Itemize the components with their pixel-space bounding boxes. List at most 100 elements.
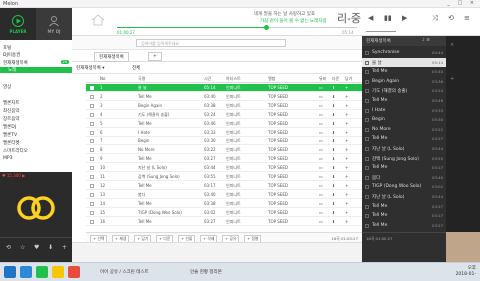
row-checkbox[interactable] xyxy=(90,201,94,206)
cell-title[interactable]: 감백 (Sung Jong Solo) xyxy=(138,174,180,180)
taskbar-item[interactable]: 이어 공유 / 스크린 테스트 xyxy=(100,269,149,275)
playlist-item[interactable]: Begin 03:30 xyxy=(362,115,446,124)
playlist-checkbox[interactable] xyxy=(365,51,369,55)
search-input[interactable]: 검색어를 입력해주세요 xyxy=(136,39,286,47)
cell-title[interactable]: Tell Me xyxy=(138,183,152,188)
playlist-checkbox[interactable] xyxy=(365,195,369,199)
column-header[interactable]: 담기 xyxy=(345,76,352,82)
add-icon[interactable]: + xyxy=(345,183,348,188)
cell-title[interactable]: Tell Me xyxy=(138,219,152,224)
sidebar-bottom-icon[interactable]: ⟲ xyxy=(6,244,11,251)
row-checkbox[interactable] xyxy=(90,86,94,90)
playlist-item[interactable]: 물 날 05:14 xyxy=(362,57,446,67)
mv-icon[interactable]: ▭ xyxy=(319,165,323,170)
download-icon[interactable]: ⬇ xyxy=(332,183,335,188)
cell-title[interactable]: Tell Me xyxy=(138,201,152,206)
playlist-checkbox[interactable] xyxy=(365,185,369,190)
playlist-checkbox[interactable] xyxy=(365,137,369,142)
mv-icon[interactable]: ▭ xyxy=(319,138,323,143)
row-checkbox[interactable] xyxy=(90,210,94,215)
table-row[interactable]: 1 물 날 05:14 인피니트 TOP SEED ▭ ⬇ + xyxy=(86,84,362,92)
cell-title[interactable]: TIGP (Dong Woo Solo) xyxy=(138,210,182,215)
sidebar-bottom-icon[interactable]: ♥ xyxy=(34,244,39,251)
row-checkbox[interactable] xyxy=(90,112,94,117)
playlist-checkbox[interactable] xyxy=(365,89,369,94)
sidebar-item[interactable]: 현재재생목록 xyxy=(3,60,28,66)
sidebar-item[interactable]: MP3 xyxy=(3,156,12,161)
start-icon[interactable] xyxy=(4,266,16,278)
add-icon[interactable]: + xyxy=(345,192,348,197)
row-checkbox[interactable] xyxy=(90,157,94,162)
playlist-checkbox[interactable] xyxy=(365,70,369,75)
add-icon[interactable]: + xyxy=(345,130,348,135)
table-row[interactable]: 6 I Hate 03:33 인피니트 TOP SEED ▭ ⬇ + xyxy=(86,129,362,137)
sidebar-item[interactable]: 최신음악 xyxy=(3,108,20,114)
mv-icon[interactable]: ▭ xyxy=(319,112,323,117)
column-header[interactable]: 곡명 xyxy=(138,76,145,82)
table-row[interactable]: 9 Tell Me 03:27 인피니트 TOP SEED ▭ ⬇ + xyxy=(86,155,362,164)
column-header[interactable]: 시간 xyxy=(204,76,211,82)
playlist-item[interactable]: Begin Again 03:38 xyxy=(362,77,446,86)
row-checkbox[interactable] xyxy=(90,121,94,126)
playlist-item[interactable]: Tell Me 03:17 xyxy=(362,211,446,220)
prev-button[interactable]: ◀ xyxy=(368,14,373,22)
playlist-item[interactable]: 지난 날 (L Solo) 03:44 xyxy=(362,144,446,153)
playlist-item[interactable]: 감백 (Sung Jong Solo) 03:55 xyxy=(362,154,446,163)
table-row[interactable]: 2 Tell Me 03:40 인피니트 TOP SEED ▭ ⬇ + xyxy=(86,93,362,101)
playlist-item[interactable]: 기도 (해결의 송출) 03:24 xyxy=(362,86,446,95)
mv-icon[interactable]: ▭ xyxy=(319,121,323,126)
add-icon[interactable]: + xyxy=(345,112,348,117)
add-icon[interactable]: + xyxy=(345,174,348,179)
row-checkbox[interactable] xyxy=(90,103,94,108)
download-icon[interactable]: ⬇ xyxy=(332,201,335,206)
melon-taskbar-icon[interactable] xyxy=(36,266,48,278)
kakaotalk-icon[interactable] xyxy=(52,266,64,278)
player-tab[interactable]: PLAYER xyxy=(0,8,36,40)
cell-title[interactable]: 물 날 xyxy=(138,85,147,91)
add-icon[interactable]: + xyxy=(345,85,348,90)
row-checkbox[interactable] xyxy=(90,192,94,197)
playlist-checkbox[interactable] xyxy=(365,60,369,65)
table-row[interactable]: 13 봄다 03:40 인피니트 TOP SEED ▭ ⬇ + xyxy=(86,191,362,199)
playlist-checkbox[interactable] xyxy=(365,223,369,228)
mv-icon[interactable]: ▭ xyxy=(319,201,323,206)
mv-icon[interactable]: ▭ xyxy=(319,130,323,135)
sidebar-item[interactable]: DJ이용권 xyxy=(3,52,20,58)
sidebar-item[interactable]: 영상 xyxy=(3,84,11,90)
playlist-checkbox[interactable] xyxy=(365,127,369,132)
download-icon[interactable]: ⬇ xyxy=(332,147,335,152)
playlist-checkbox[interactable] xyxy=(365,79,369,84)
tab-item[interactable]: + xyxy=(148,52,162,61)
playlist-checkbox[interactable] xyxy=(365,99,369,103)
sidebar-item[interactable]: 스마트라디오 xyxy=(3,148,28,154)
cell-title[interactable]: Tell Me xyxy=(138,121,152,126)
pause-button[interactable]: ▮▮ xyxy=(384,14,392,22)
mv-icon[interactable]: ▭ xyxy=(319,210,323,215)
sidebar-bottom-icon[interactable]: ⬇ xyxy=(48,244,53,251)
next-button[interactable]: ▶ xyxy=(402,14,407,22)
table-row[interactable]: 5 Tell Me 03:46 인피니트 TOP SEED ▭ ⬇ + xyxy=(86,120,362,128)
cell-title[interactable]: I Hate xyxy=(138,130,150,135)
download-icon[interactable]: ⬇ xyxy=(332,210,335,215)
download-icon[interactable]: ⬇ xyxy=(332,219,335,224)
column-header[interactable]: 뮤비 xyxy=(319,76,326,82)
mv-icon[interactable]: ▭ xyxy=(319,85,323,90)
progress-bar[interactable] xyxy=(117,25,357,30)
mv-icon[interactable]: ▭ xyxy=(319,174,323,179)
add-icon[interactable]: + xyxy=(345,201,348,206)
sidebar-item[interactable]: 멜론티켓 xyxy=(3,140,20,146)
row-checkbox[interactable] xyxy=(90,175,94,179)
sidebar-item[interactable]: 멜론차트 xyxy=(3,100,20,106)
row-checkbox[interactable] xyxy=(90,183,94,188)
mv-icon[interactable]: ▭ xyxy=(319,192,323,197)
menu-button[interactable]: ≡ xyxy=(464,14,470,22)
row-checkbox[interactable] xyxy=(90,166,94,171)
add-icon[interactable]: + xyxy=(345,103,348,108)
playlist-item[interactable]: 지난 날 (L Solo) 03:44 xyxy=(362,192,446,201)
cell-title[interactable]: Begin Again xyxy=(138,103,162,108)
add-icon[interactable]: + xyxy=(345,138,348,143)
download-icon[interactable]: ⬇ xyxy=(332,85,335,90)
row-checkbox[interactable] xyxy=(90,219,94,224)
download-icon[interactable]: ⬇ xyxy=(332,156,335,161)
row-checkbox[interactable] xyxy=(90,94,94,99)
